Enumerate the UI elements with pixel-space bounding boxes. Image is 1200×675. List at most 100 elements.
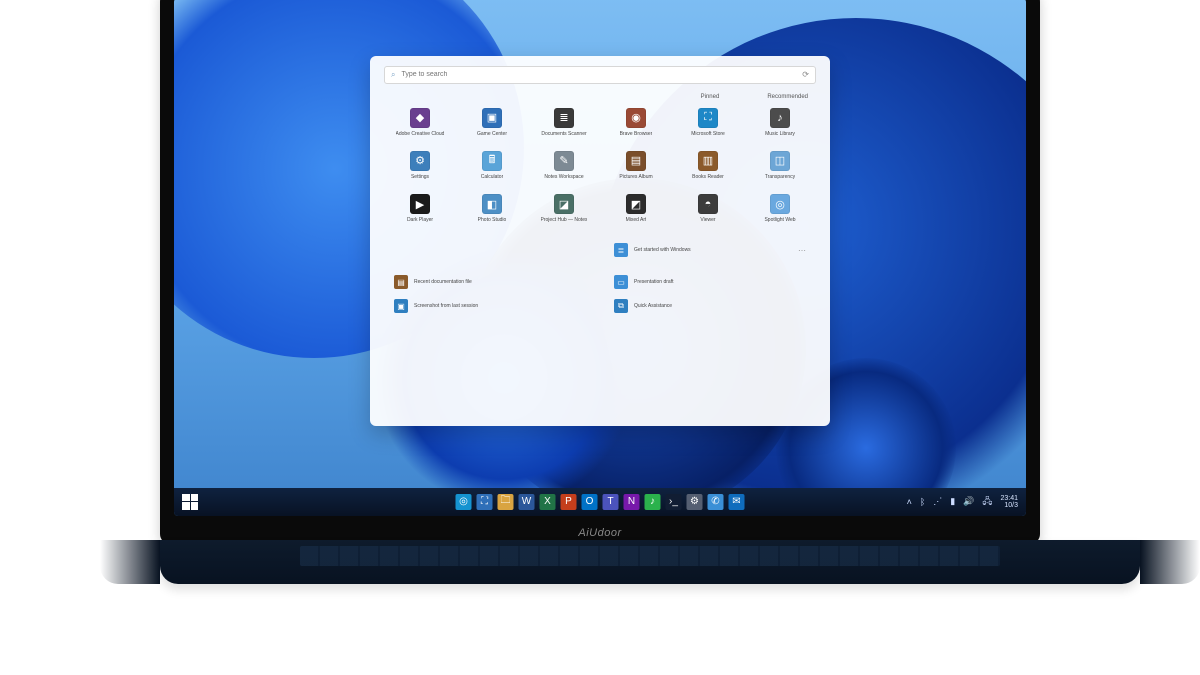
app-label: Books Reader bbox=[692, 174, 724, 180]
ppt-icon[interactable]: P bbox=[561, 494, 577, 510]
recommended-item[interactable]: ⧉ Quick Assistance bbox=[610, 297, 810, 315]
file-icon: ▣ bbox=[394, 299, 408, 313]
pinned-app[interactable]: ◉ Brave Browser bbox=[602, 104, 670, 141]
recommended-item[interactable]: ▭Presentation draft bbox=[610, 273, 810, 291]
rec-label: Presentation draft bbox=[634, 279, 673, 285]
rec-label: Recent documentation file bbox=[414, 279, 472, 285]
label-recommended: Recommended bbox=[767, 94, 808, 100]
chat-icon[interactable]: ✆ bbox=[708, 494, 724, 510]
refresh-icon[interactable]: ⟳ bbox=[802, 70, 809, 79]
excel-icon[interactable]: X bbox=[540, 494, 556, 510]
app-icon: ◩ bbox=[626, 194, 646, 214]
pinned-app[interactable]: ▥ Books Reader bbox=[674, 147, 742, 184]
pinned-app[interactable]: ◫Transparency bbox=[746, 147, 814, 184]
app-label: Notes Workspace bbox=[544, 174, 583, 180]
app-label: Game Center bbox=[477, 131, 507, 137]
file-icon: ▤ bbox=[394, 275, 408, 289]
app-icon: ▤ bbox=[626, 151, 646, 171]
pinned-app[interactable]: ▶ Dark Player bbox=[386, 190, 454, 227]
app-label: Mixed Art bbox=[626, 217, 647, 223]
file-icon: ⧉ bbox=[614, 299, 628, 313]
clock-time: 23:41 bbox=[1000, 495, 1018, 502]
app-icon: ◪ bbox=[554, 194, 574, 214]
explorer-icon[interactable]: 🗀 bbox=[498, 494, 514, 510]
app-label: Transparency bbox=[765, 174, 795, 180]
app-icon: ▶ bbox=[410, 194, 430, 214]
label-pinned: Pinned bbox=[701, 94, 720, 100]
outlook-icon[interactable]: O bbox=[582, 494, 598, 510]
screen-bezel: ⌕ ⟳ Pinned Recommended ◆ Adobe Creative C… bbox=[160, 0, 1040, 544]
onenote-icon[interactable]: N bbox=[624, 494, 640, 510]
pinned-app[interactable]: 🖩 Calculator bbox=[458, 147, 526, 184]
app-label: Dark Player bbox=[407, 217, 433, 223]
settings-icon[interactable]: ⚙ bbox=[687, 494, 703, 510]
store-icon[interactable]: ⛶ bbox=[477, 494, 493, 510]
teams-icon[interactable]: T bbox=[603, 494, 619, 510]
pinned-app[interactable]: ◓ Viewer bbox=[674, 190, 742, 227]
mail-icon[interactable]: ✉ bbox=[729, 494, 745, 510]
rec-get-started[interactable]: ≣ Get started with Windows ⋯ bbox=[610, 241, 810, 259]
system-tray: ˄ ᛒ ⋰ ▮ 🔊 🖧 23:41 10/3 bbox=[907, 494, 1018, 510]
taskbar-clock[interactable]: 23:41 10/3 bbox=[1000, 495, 1018, 509]
terminal-icon[interactable]: ›_ bbox=[666, 494, 682, 510]
taskbar-center: ◎ ⛶ 🗀 WXPOTN ♪ ›_ ⚙ ✆ ✉ bbox=[456, 494, 745, 510]
app-icon: ◎ bbox=[770, 194, 790, 214]
search-icon: ⌕ bbox=[391, 70, 395, 80]
app-icon: ✎ bbox=[554, 151, 574, 171]
app-icon: ▥ bbox=[698, 151, 718, 171]
app-icon: ◆ bbox=[410, 108, 430, 128]
wifi-icon[interactable]: ⋰ bbox=[933, 496, 942, 507]
app-label: Pictures Album bbox=[619, 174, 652, 180]
pinned-app[interactable]: ▣Game Center bbox=[458, 104, 526, 141]
battery-icon[interactable]: ▮ bbox=[950, 496, 955, 507]
keyboard-deck bbox=[160, 540, 1140, 584]
more-icon[interactable]: ⋯ bbox=[798, 246, 806, 255]
pinned-app[interactable]: ✎ Notes Workspace bbox=[530, 147, 598, 184]
bluetooth-icon[interactable]: ᛒ bbox=[920, 497, 925, 507]
app-label: Adobe Creative Cloud bbox=[396, 131, 445, 137]
clock-date: 10/3 bbox=[1000, 502, 1018, 509]
volume-icon[interactable]: 🔊 bbox=[963, 496, 974, 507]
search-field[interactable]: ⌕ ⟳ bbox=[384, 66, 816, 84]
app-icon: ◓ bbox=[698, 194, 718, 214]
word-icon[interactable]: W bbox=[519, 494, 535, 510]
pinned-app[interactable]: ◪ Project Hub — Notes bbox=[530, 190, 598, 227]
pinned-grid: ◆ Adobe Creative Cloud ▣Game Center≣Docume… bbox=[384, 104, 816, 228]
pinned-app[interactable]: ⚙ Settings bbox=[386, 147, 454, 184]
rec-label: Get started with Windows bbox=[634, 247, 691, 253]
app-label: Brave Browser bbox=[620, 131, 653, 137]
recommended-item[interactable]: ▤ Recent documentation file bbox=[390, 273, 590, 291]
app-icon: 🖩 bbox=[482, 151, 502, 171]
pinned-app[interactable]: ◆ Adobe Creative Cloud bbox=[386, 104, 454, 141]
rec-label: Screenshot from last session bbox=[414, 303, 478, 309]
pinned-app[interactable]: ◎ Spotlight Web bbox=[746, 190, 814, 227]
app-icon: ◉ bbox=[626, 108, 646, 128]
recommended-item[interactable]: ▣ Screenshot from last session bbox=[390, 297, 590, 315]
pinned-app[interactable]: ◧Photo Studio bbox=[458, 190, 526, 227]
pinned-app[interactable]: ≣Documents Scanner bbox=[530, 104, 598, 141]
pinned-app[interactable]: ⛶Microsoft Store bbox=[674, 104, 742, 141]
pinned-app[interactable]: ▤ Pictures Album bbox=[602, 147, 670, 184]
app-label: Project Hub — Notes bbox=[541, 217, 588, 223]
app-icon: ⚙ bbox=[410, 151, 430, 171]
app-label: Viewer bbox=[700, 217, 715, 223]
start-button[interactable] bbox=[182, 494, 198, 510]
app-icon: ◧ bbox=[482, 194, 502, 214]
search-input[interactable] bbox=[401, 71, 796, 78]
edge-icon[interactable]: ◎ bbox=[456, 494, 472, 510]
pinned-app[interactable]: ◩ Mixed Art bbox=[602, 190, 670, 227]
chevron-up-icon[interactable]: ˄ bbox=[907, 497, 912, 507]
app-label: Calculator bbox=[481, 174, 504, 180]
device-brand: AiUdoor bbox=[578, 527, 621, 539]
rec-label: Quick Assistance bbox=[634, 303, 672, 309]
app-label: Documents Scanner bbox=[541, 131, 586, 137]
pinned-app[interactable]: ♪Music Library bbox=[746, 104, 814, 141]
app-label: Music Library bbox=[765, 131, 795, 137]
app-label: Settings bbox=[411, 174, 429, 180]
app-icon: ⛶ bbox=[698, 108, 718, 128]
network-icon[interactable]: 🖧 bbox=[982, 494, 992, 510]
desktop-screen: ⌕ ⟳ Pinned Recommended ◆ Adobe Creative C… bbox=[174, 0, 1026, 516]
app-label: Spotlight Web bbox=[764, 217, 795, 223]
music-icon[interactable]: ♪ bbox=[645, 494, 661, 510]
doc-icon: ≣ bbox=[614, 243, 628, 257]
